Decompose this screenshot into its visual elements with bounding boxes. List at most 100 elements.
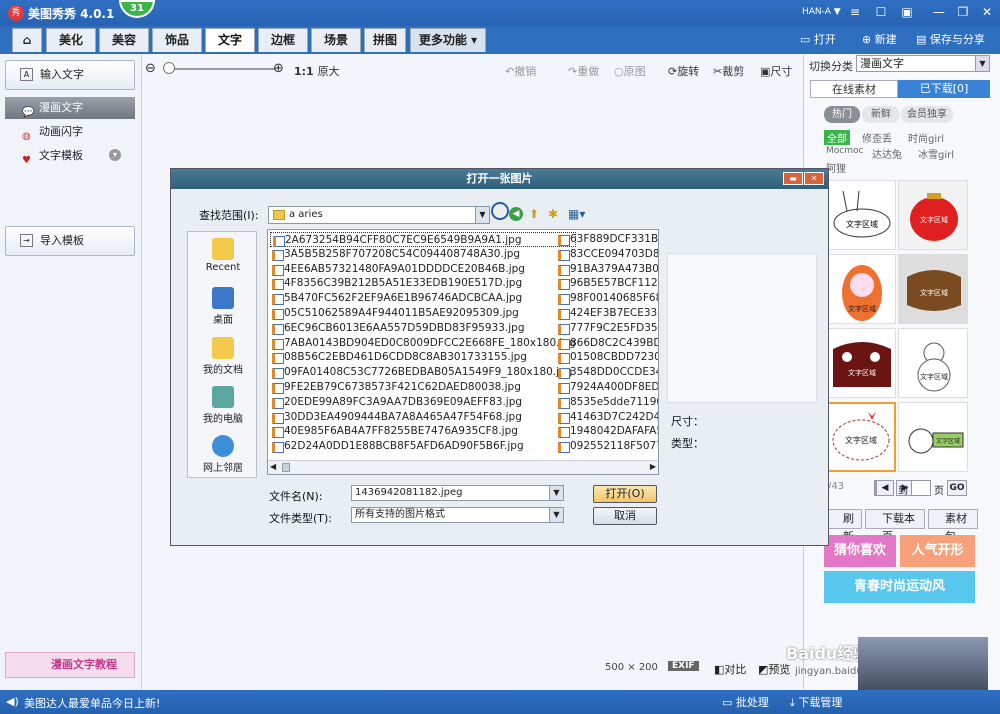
back-icon[interactable]: ◀ (509, 207, 523, 221)
save-share-button[interactable]: ▤ 保存与分享 (916, 31, 985, 47)
banner-guess-you-like[interactable]: 猜你喜欢 (824, 535, 896, 567)
tag-1[interactable]: 修歪丢 (862, 130, 892, 145)
redo-button[interactable]: ↷重做 (568, 63, 599, 79)
file-item[interactable]: 866D8C2C439BD5 (556, 336, 658, 351)
go-button[interactable]: GO (947, 480, 967, 496)
file-item[interactable]: 63F889DCF331BA (556, 232, 658, 247)
tab-online-material[interactable]: 在线素材 (810, 80, 898, 98)
minimize-icon[interactable]: — (930, 4, 948, 20)
zoom-in-icon[interactable]: ⊕ (273, 61, 284, 76)
filename-input[interactable]: 1436942081182.jpeg ▼ (351, 485, 564, 501)
download-manager-button[interactable]: ⤓ 下载管理 (790, 694, 842, 710)
file-item[interactable]: 05C51062589A4F944011B5AE92095309.jpg (270, 306, 576, 321)
compare-button[interactable]: ◧对比 (714, 661, 746, 677)
import-template-button[interactable]: → 导入模板 (5, 226, 135, 256)
close-icon[interactable]: ✕ (978, 4, 996, 20)
banner-popular[interactable]: 人气开形 (900, 535, 975, 567)
file-item[interactable]: 2A673254B94CFF80C7EC9E6549B9A9A1.jpg (270, 232, 576, 247)
file-item[interactable]: 83CCE094703D85 (556, 247, 658, 262)
file-item[interactable]: 09FA01408C53C7726BEDBAB05A1549F9_180x180… (270, 365, 576, 380)
place-desktop[interactable]: 桌面 (188, 287, 258, 326)
sticker-item-selected[interactable]: 文字区域 (826, 402, 896, 472)
actual-size-button[interactable]: 1:1 原大 (294, 63, 340, 79)
sticker-item[interactable]: 文字区域 (826, 254, 896, 324)
category-select[interactable]: 漫画文字 ▼ (856, 55, 990, 72)
up-folder-icon[interactable]: ⬆ (529, 207, 539, 221)
filetype-select[interactable]: 所有支持的图片格式 ▼ (351, 507, 564, 523)
page-number-input[interactable] (911, 480, 931, 496)
file-item[interactable]: 092552118F5077 (556, 439, 658, 454)
sticker-item[interactable]: 文字区域 (898, 402, 968, 472)
file-item[interactable]: 1948042DAFAFA5 (556, 424, 658, 439)
tag-all[interactable]: 全部 (824, 130, 850, 145)
status-message[interactable]: 美图达人最爱单品今日上新! (24, 695, 160, 711)
exif-button[interactable]: EXIF (668, 661, 699, 671)
file-item[interactable]: 96B5E57BCF1127 (556, 276, 658, 291)
tab-scene[interactable]: 场景 (311, 28, 361, 52)
sticker-item[interactable]: 文字区域 (898, 180, 968, 250)
chevron-down-icon[interactable]: ▼ (549, 508, 563, 522)
material-pack-button[interactable]: 素材包 (928, 509, 978, 543)
pill-member[interactable]: 会员独享 (901, 106, 953, 123)
horizontal-scrollbar[interactable]: ◀ ▶ (268, 460, 658, 474)
download-page-button[interactable]: 下载本页 (865, 509, 925, 543)
file-item[interactable]: 4F8356C39B212B5A51E33EDB190E517D.jpg (270, 276, 576, 291)
file-item[interactable]: 62D24A0DD1E88BCB8F5AFD6AD90F5B6F.jpg (270, 439, 576, 454)
tab-accessories[interactable]: 饰品 (152, 28, 202, 52)
banner-youth-sports[interactable]: 青春时尚运动风 (824, 571, 975, 603)
file-item[interactable]: 9FE2EB79C6738573F421C62DAED80038.jpg (270, 380, 576, 395)
refresh-button[interactable]: 刷新 (826, 509, 862, 543)
file-item[interactable]: 5B470FC562F2EF9A6E1B96746ADCBCAA.jpg (270, 291, 576, 306)
sidebar-item-comic-text[interactable]: 💬 漫画文字 (5, 97, 135, 119)
rotate-button[interactable]: ⟳旋转 (668, 63, 699, 79)
file-item[interactable]: 777F9C2E5FD35A (556, 321, 658, 336)
tag-5[interactable]: 冰雪girl (918, 146, 954, 161)
new-button[interactable]: ⊕ 新建 (862, 31, 897, 47)
place-recent[interactable]: Recent (188, 238, 258, 273)
file-item[interactable]: 41463D7C242D46 (556, 410, 658, 425)
open-confirm-button[interactable]: 打开(O) (593, 485, 657, 503)
sticker-item[interactable]: 文字区域 (898, 328, 968, 398)
tab-beautify[interactable]: 美化 (46, 28, 96, 52)
file-item[interactable]: 7924A400DF8ED0 (556, 380, 658, 395)
tag-3[interactable]: Mocmoc (826, 146, 863, 156)
dialog-minimize-icon[interactable]: ▬ (783, 172, 803, 185)
zoom-out-icon[interactable]: ⊖ (145, 61, 156, 76)
chevron-down-icon[interactable]: ▼ (549, 486, 563, 500)
menu-icon[interactable]: ≡ (846, 4, 864, 20)
size-button[interactable]: ▣尺寸 (760, 63, 792, 79)
file-item[interactable]: 40E985F6AB4A7FF8255BE7476A935CF8.jpg (270, 424, 576, 439)
new-folder-icon[interactable]: ✱ (548, 207, 558, 221)
tab-more-functions[interactable]: 更多功能 ▾ (410, 28, 486, 52)
message-icon[interactable]: ☐ (872, 4, 890, 20)
tab-text[interactable]: 文字 (205, 28, 255, 52)
tag-2[interactable]: 时尚girl (908, 130, 944, 145)
input-text-button[interactable]: A 输入文字 (5, 60, 135, 90)
batch-button[interactable]: ▭ 批处理 (722, 694, 769, 710)
tab-beauty[interactable]: 美容 (99, 28, 149, 52)
scroll-right-icon[interactable]: ▶ (650, 462, 656, 471)
dialog-close-icon[interactable]: ✕ (804, 172, 824, 185)
tag-6[interactable]: 阿狸 (826, 160, 846, 175)
sticker-item[interactable]: 文字区域 (898, 254, 968, 324)
expand-icon[interactable]: ▾ (109, 149, 121, 161)
place-network[interactable]: 网上邻居 (188, 435, 258, 474)
file-item[interactable]: 30DD3EA4909444BA7A8A465A47F54F68.jpg (270, 410, 576, 425)
cancel-button[interactable]: 取消 (593, 507, 657, 525)
user-name[interactable]: HAN-A ▼ (802, 7, 841, 17)
tab-border[interactable]: 边框 (258, 28, 308, 52)
tab-collage[interactable]: 拼图 (364, 28, 406, 52)
view-menu-icon[interactable]: ▦▾ (568, 207, 585, 221)
pill-hot[interactable]: 热门 (824, 106, 860, 123)
chevron-down-icon[interactable]: ▼ (475, 207, 489, 223)
file-item[interactable]: 08B56C2EBD461D6CDD8C8AB301733155.jpg (270, 350, 576, 365)
file-item[interactable]: 98F00140685F68 (556, 291, 658, 306)
file-item[interactable]: 8535e5dde71190 (556, 395, 658, 410)
undo-button[interactable]: ↶撤销 (505, 63, 536, 79)
sticker-item[interactable]: 文字区域 (826, 328, 896, 398)
crop-button[interactable]: ✂裁剪 (713, 63, 744, 79)
scroll-left-icon[interactable]: ◀ (270, 462, 276, 471)
original-image-button[interactable]: ○原图 (614, 63, 646, 79)
file-item[interactable]: 4EE6AB57321480FA9A01DDDDCE20B46B.jpg (270, 262, 576, 277)
file-item[interactable]: 7ABA0143BD904ED0C8009DFCC2E668FE_180x180… (270, 336, 576, 351)
